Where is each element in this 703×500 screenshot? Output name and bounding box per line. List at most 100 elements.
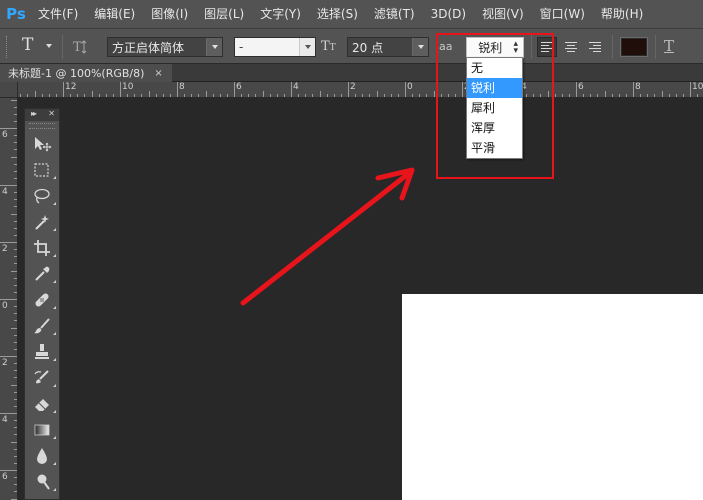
preset-chevron-down-icon[interactable]	[46, 44, 52, 48]
options-bar-grip[interactable]	[6, 36, 10, 58]
font-size-select[interactable]: 20 点	[347, 37, 429, 57]
ruler-minor-tick	[11, 441, 17, 443]
menu-3d[interactable]: 3D(D)	[423, 0, 474, 28]
menu-help[interactable]: 帮助(H)	[593, 0, 651, 28]
ruler-minor-tick	[14, 163, 17, 165]
dodge-tool-icon[interactable]	[25, 469, 59, 495]
warp-text-icon[interactable]: T	[664, 37, 674, 55]
healing-brush-icon[interactable]	[25, 287, 59, 313]
gradient-tool-icon[interactable]	[25, 417, 59, 443]
antialias-dropdown-list: 无 锐利 犀利 浑厚 平滑	[466, 57, 523, 159]
font-style-select[interactable]: -	[234, 37, 316, 57]
chevron-down-icon[interactable]	[299, 38, 315, 56]
ruler-minor-tick	[298, 94, 300, 97]
document-tab[interactable]: 未标题-1 @ 100%(RGB/8) ×	[0, 64, 172, 82]
antialias-option-none[interactable]: 无	[467, 58, 522, 78]
ruler-minor-tick	[625, 94, 627, 97]
close-icon[interactable]: ×	[154, 68, 162, 79]
ruler-label: 0	[2, 301, 8, 311]
ruler-origin[interactable]	[0, 82, 18, 98]
chevron-down-icon[interactable]	[206, 38, 222, 56]
chevron-down-icon[interactable]	[412, 38, 428, 56]
ruler-minor-tick	[14, 348, 17, 350]
ruler-minor-tick	[11, 270, 17, 272]
ruler-minor-tick	[14, 448, 17, 450]
blur-tool-icon[interactable]	[25, 443, 59, 469]
ruler-minor-tick	[255, 94, 257, 97]
text-orientation-icon[interactable]: T	[70, 37, 92, 57]
clone-stamp-icon[interactable]	[25, 339, 59, 365]
brush-tool-icon[interactable]	[25, 313, 59, 339]
ruler-major-tick	[405, 82, 406, 97]
history-brush-icon[interactable]	[25, 365, 59, 391]
ruler-major-tick	[234, 82, 235, 97]
ruler-minor-tick	[14, 391, 17, 393]
ruler-minor-tick	[583, 94, 585, 97]
vertical-ruler[interactable]: 6 4 2 0 2 4 6	[0, 98, 18, 500]
type-tool-preset-icon[interactable]: T	[22, 35, 33, 55]
menu-filter[interactable]: 滤镜(T)	[366, 0, 423, 28]
crop-tool-icon[interactable]	[25, 235, 59, 261]
text-color-swatch[interactable]	[620, 37, 648, 57]
tools-panel-header[interactable]: ▸▸ ✕	[25, 109, 59, 121]
menu-type[interactable]: 文字(Y)	[252, 0, 309, 28]
ruler-minor-tick	[14, 462, 17, 464]
marquee-tool-icon[interactable]	[25, 157, 59, 183]
svg-text:T: T	[73, 40, 82, 55]
align-left-button[interactable]	[537, 37, 557, 57]
ruler-major-tick	[291, 82, 292, 97]
eraser-tool-icon[interactable]	[25, 391, 59, 417]
ruler-minor-tick	[41, 94, 43, 97]
ruler-minor-tick	[98, 94, 100, 97]
ruler-label: 8	[179, 82, 185, 92]
antialias-option-strong[interactable]: 浑厚	[467, 118, 522, 138]
ruler-minor-tick	[682, 94, 684, 97]
ruler-minor-tick	[397, 94, 399, 97]
tools-panel-grip[interactable]	[29, 123, 55, 129]
ruler-minor-tick	[14, 334, 17, 336]
menu-window[interactable]: 窗口(W)	[532, 0, 593, 28]
document-canvas[interactable]	[402, 294, 703, 500]
magic-wand-icon[interactable]	[25, 209, 59, 235]
ruler-minor-tick	[11, 327, 17, 329]
antialias-select[interactable]: 锐利 ▴ ▾	[466, 37, 524, 58]
ruler-minor-tick	[697, 94, 699, 97]
ruler-minor-tick	[14, 177, 17, 179]
eyedropper-icon[interactable]	[25, 261, 59, 287]
expand-panel-icon[interactable]: ▸▸	[31, 109, 37, 118]
antialias-option-crisp[interactable]: 犀利	[467, 98, 522, 118]
ruler-minor-tick	[547, 91, 549, 97]
menu-file[interactable]: 文件(F)	[30, 0, 86, 28]
divider	[62, 35, 63, 59]
ruler-minor-tick	[14, 313, 17, 315]
ruler-minor-tick	[283, 94, 285, 97]
menu-select[interactable]: 选择(S)	[309, 0, 366, 28]
align-center-button[interactable]	[562, 37, 582, 57]
antialias-option-smooth[interactable]: 平滑	[467, 138, 522, 158]
ruler-minor-tick	[333, 94, 335, 97]
align-right-button[interactable]	[586, 37, 606, 57]
font-family-select[interactable]: 方正启体简体	[107, 37, 223, 57]
ruler-label: 12	[65, 82, 77, 92]
ruler-minor-tick	[219, 94, 221, 97]
ruler-minor-tick	[14, 434, 17, 436]
ruler-minor-tick	[14, 291, 17, 293]
menu-layer[interactable]: 图层(L)	[196, 0, 252, 28]
ruler-minor-tick	[14, 427, 17, 429]
menu-image[interactable]: 图像(I)	[143, 0, 196, 28]
ruler-label: 10	[692, 82, 703, 92]
horizontal-ruler[interactable]: 12108642024681012	[18, 82, 703, 98]
ruler-minor-tick	[14, 135, 17, 137]
ruler-label: 6	[578, 82, 584, 92]
photoshop-logo[interactable]: Ps	[2, 0, 30, 28]
move-tool-icon[interactable]	[25, 131, 59, 157]
ruler-minor-tick	[14, 491, 17, 493]
lasso-tool-icon[interactable]	[25, 183, 59, 209]
close-panel-icon[interactable]: ✕	[48, 109, 55, 118]
ruler-minor-tick	[554, 94, 556, 97]
menu-view[interactable]: 视图(V)	[474, 0, 532, 28]
menu-edit[interactable]: 编辑(E)	[86, 0, 143, 28]
ruler-minor-tick	[14, 484, 17, 486]
ruler-label: 2	[2, 244, 8, 254]
antialias-option-sharp[interactable]: 锐利	[467, 78, 522, 98]
